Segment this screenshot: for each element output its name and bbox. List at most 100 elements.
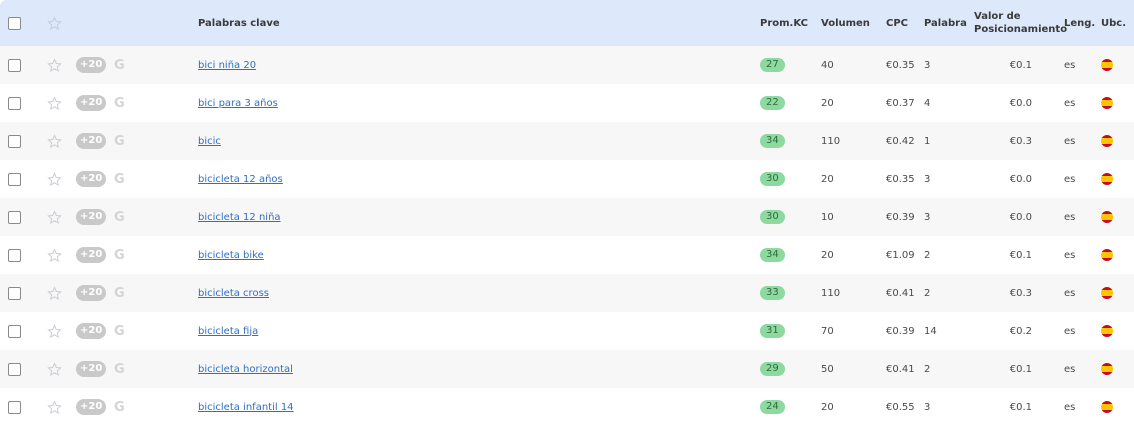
row-checkbox[interactable]: [8, 236, 21, 274]
word-count-cell: 14: [924, 325, 937, 337]
row-checkbox[interactable]: [8, 46, 21, 84]
spain-flag-icon: [1101, 401, 1113, 413]
volume-cell: 110: [821, 135, 841, 147]
keyword-cell: bicicleta infantil 14: [198, 388, 294, 426]
star-icon[interactable]: [47, 236, 63, 274]
location-cell: [1101, 350, 1113, 388]
star-icon[interactable]: [47, 84, 63, 122]
star-icon[interactable]: [47, 388, 63, 426]
star-icon[interactable]: [47, 122, 63, 160]
value-cell: €0.3: [1009, 287, 1032, 299]
spain-flag-icon: [1101, 97, 1113, 109]
cpc-cell: €0.35: [886, 59, 915, 71]
plus-20-label: +20: [76, 209, 107, 225]
language-cell: es: [1064, 363, 1076, 375]
star-icon[interactable]: [47, 312, 63, 350]
language-cell: es: [1064, 249, 1076, 261]
cpc-cell: €1.09: [886, 249, 915, 261]
kc-cell: 27: [760, 46, 785, 84]
plus-20-button[interactable]: +20: [76, 236, 107, 274]
row-checkbox[interactable]: [8, 312, 21, 350]
keyword-link[interactable]: bicicleta fija: [198, 326, 258, 337]
language-cell: es: [1064, 211, 1076, 223]
google-icon[interactable]: G: [114, 160, 125, 198]
header-leng[interactable]: Leng.: [1064, 0, 1095, 46]
location-cell: [1101, 312, 1113, 350]
header-palabra[interactable]: Palabra: [924, 0, 967, 46]
spain-flag-icon: [1101, 287, 1113, 299]
kc-badge: 30: [760, 172, 785, 186]
google-icon[interactable]: G: [114, 84, 125, 122]
plus-20-button[interactable]: +20: [76, 198, 107, 236]
row-checkbox[interactable]: [8, 350, 21, 388]
row-checkbox[interactable]: [8, 84, 21, 122]
header-valor[interactable]: Valor de Posicionamiento: [974, 0, 1067, 46]
keyword-link[interactable]: bicicleta bike: [198, 250, 264, 261]
plus-20-button[interactable]: +20: [76, 388, 107, 426]
keyword-link[interactable]: bicicleta infantil 14: [198, 402, 294, 413]
star-icon[interactable]: [47, 198, 63, 236]
google-icon[interactable]: G: [114, 388, 125, 426]
cpc-cell: €0.39: [886, 325, 915, 337]
header-prom-kc[interactable]: Prom.KC: [760, 0, 808, 46]
select-all-checkbox[interactable]: [8, 0, 21, 46]
keyword-link[interactable]: bici niña 20: [198, 60, 256, 71]
keyword-link[interactable]: bicic: [198, 136, 221, 147]
keyword-link[interactable]: bicicleta 12 años: [198, 174, 283, 185]
plus-20-label: +20: [76, 171, 107, 187]
volume-cell: 10: [821, 211, 834, 223]
google-icon[interactable]: G: [114, 350, 125, 388]
plus-20-label: +20: [76, 57, 107, 73]
row-checkbox[interactable]: [8, 274, 21, 312]
plus-20-button[interactable]: +20: [76, 84, 107, 122]
plus-20-button[interactable]: +20: [76, 274, 107, 312]
plus-20-label: +20: [76, 361, 107, 377]
star-icon[interactable]: [47, 0, 63, 46]
google-icon[interactable]: G: [114, 122, 125, 160]
location-cell: [1101, 236, 1113, 274]
kc-badge: 27: [760, 58, 785, 72]
header-cpc[interactable]: CPC: [886, 0, 908, 46]
row-checkbox[interactable]: [8, 122, 21, 160]
google-icon[interactable]: G: [114, 312, 125, 350]
plus-20-button[interactable]: +20: [76, 46, 107, 84]
keyword-link[interactable]: bicicleta cross: [198, 288, 269, 299]
plus-20-button[interactable]: +20: [76, 122, 107, 160]
header-volumen[interactable]: Volumen: [821, 0, 870, 46]
word-count-cell: 1: [924, 135, 931, 147]
kc-cell: 31: [760, 312, 785, 350]
star-icon[interactable]: [47, 46, 63, 84]
table-row: +20 Gbicicleta bike 34 20 €1.09 2 €0.1 es: [0, 236, 1134, 274]
keyword-link[interactable]: bicicleta horizontal: [198, 364, 293, 375]
header-valor-line1: Valor de: [974, 11, 1021, 22]
language-cell: es: [1064, 97, 1076, 109]
keyword-link[interactable]: bicicleta 12 niña: [198, 212, 281, 223]
volume-cell: 40: [821, 59, 834, 71]
row-checkbox[interactable]: [8, 160, 21, 198]
google-icon[interactable]: G: [114, 198, 125, 236]
word-count-cell: 3: [924, 59, 931, 71]
volume-cell: 110: [821, 287, 841, 299]
google-icon[interactable]: G: [114, 236, 125, 274]
plus-20-button[interactable]: +20: [76, 350, 107, 388]
plus-20-button[interactable]: +20: [76, 160, 107, 198]
plus-20-label: +20: [76, 95, 107, 111]
kc-badge: 34: [760, 248, 785, 262]
spain-flag-icon: [1101, 249, 1113, 261]
header-ubc[interactable]: Ubc.: [1101, 0, 1126, 46]
star-icon[interactable]: [47, 160, 63, 198]
keyword-cell: bicicleta 12 años: [198, 160, 283, 198]
row-checkbox[interactable]: [8, 388, 21, 426]
plus-20-label: +20: [76, 285, 107, 301]
google-icon[interactable]: G: [114, 274, 125, 312]
google-icon[interactable]: G: [114, 46, 125, 84]
kc-badge: 24: [760, 400, 785, 414]
header-keywords[interactable]: Palabras clave: [198, 0, 280, 46]
row-checkbox[interactable]: [8, 198, 21, 236]
location-cell: [1101, 122, 1113, 160]
cpc-cell: €0.55: [886, 401, 915, 413]
star-icon[interactable]: [47, 350, 63, 388]
keyword-link[interactable]: bici para 3 años: [198, 98, 278, 109]
plus-20-button[interactable]: +20: [76, 312, 107, 350]
star-icon[interactable]: [47, 274, 63, 312]
